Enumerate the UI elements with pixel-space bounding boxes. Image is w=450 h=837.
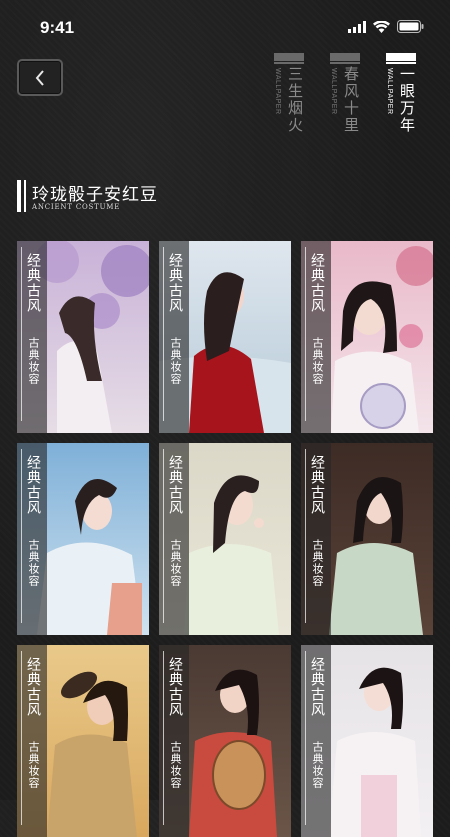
- tab-label: 一眼万年: [398, 66, 416, 134]
- card-tag: 经典古风: [309, 657, 325, 717]
- wallpaper-card[interactable]: 经典古风 古典妆容: [17, 241, 149, 433]
- battery-icon: [397, 20, 424, 33]
- card-tag: 经典古风: [167, 455, 183, 515]
- status-time: 9:41: [40, 18, 75, 37]
- card-subtag: 古典妆容: [169, 539, 182, 587]
- tab-chunfeng-shili[interactable]: WALLPAPER 春风十里: [330, 53, 366, 148]
- card-subtag: 古典妆容: [27, 539, 40, 587]
- wallpaper-card[interactable]: 经典古风 古典妆容: [301, 645, 433, 837]
- wallpaper-card[interactable]: 经典古风 古典妆容: [159, 443, 291, 635]
- card-tag: 经典古风: [309, 253, 325, 313]
- card-tag: 经典古风: [167, 657, 183, 717]
- wallpaper-card[interactable]: 经典古风 古典妆容: [17, 645, 149, 837]
- category-tabs: WALLPAPER 三生烟火 WALLPAPER 春风十里 WALLPAPER …: [274, 53, 422, 148]
- card-subtag: 古典妆容: [169, 337, 182, 385]
- section-title: 玲珑骰子安红豆: [32, 185, 158, 205]
- section-marker-thin: [24, 180, 26, 212]
- tab-marker: [386, 53, 416, 64]
- signal-icon: [348, 20, 366, 33]
- card-subtag: 古典妆容: [311, 741, 324, 789]
- tab-sansheng-yanhuo[interactable]: WALLPAPER 三生烟火: [274, 53, 310, 148]
- wallpaper-card[interactable]: 经典古风 古典妆容: [301, 443, 433, 635]
- tab-label: 三生烟火: [286, 66, 304, 134]
- tab-en-label: WALLPAPER: [386, 68, 393, 115]
- card-subtag: 古典妆容: [311, 539, 324, 587]
- wallpaper-card[interactable]: 经典古风 古典妆容: [301, 241, 433, 433]
- card-tag: 经典古风: [25, 253, 41, 313]
- card-tag: 经典古风: [309, 455, 325, 515]
- card-tag: 经典古风: [167, 253, 183, 313]
- tab-marker: [330, 53, 360, 64]
- status-bar: 9:41: [0, 0, 450, 56]
- card-subtag: 古典妆容: [27, 337, 40, 385]
- card-subtag: 古典妆容: [169, 741, 182, 789]
- tab-en-label: WALLPAPER: [330, 68, 337, 115]
- wallpaper-card[interactable]: 经典古风 古典妆容: [17, 443, 149, 635]
- wifi-icon: [373, 20, 390, 33]
- tab-label: 春风十里: [342, 66, 360, 134]
- back-button[interactable]: [17, 59, 63, 96]
- section-subtitle: ANCIENT COSTUME: [32, 203, 121, 211]
- tab-yiyan-wannian[interactable]: WALLPAPER 一眼万年: [386, 53, 422, 148]
- card-subtag: 古典妆容: [27, 741, 40, 789]
- status-icons: [348, 20, 424, 33]
- card-tag: 经典古风: [25, 455, 41, 515]
- card-tag: 经典古风: [25, 657, 41, 717]
- tab-en-label: WALLPAPER: [274, 68, 281, 115]
- chevron-left-icon: [35, 69, 44, 86]
- wallpaper-card[interactable]: 经典古风 古典妆容: [159, 645, 291, 837]
- tab-marker: [274, 53, 304, 64]
- section-marker: [17, 180, 21, 212]
- wallpaper-card[interactable]: 经典古风 古典妆容: [159, 241, 291, 433]
- card-subtag: 古典妆容: [311, 337, 324, 385]
